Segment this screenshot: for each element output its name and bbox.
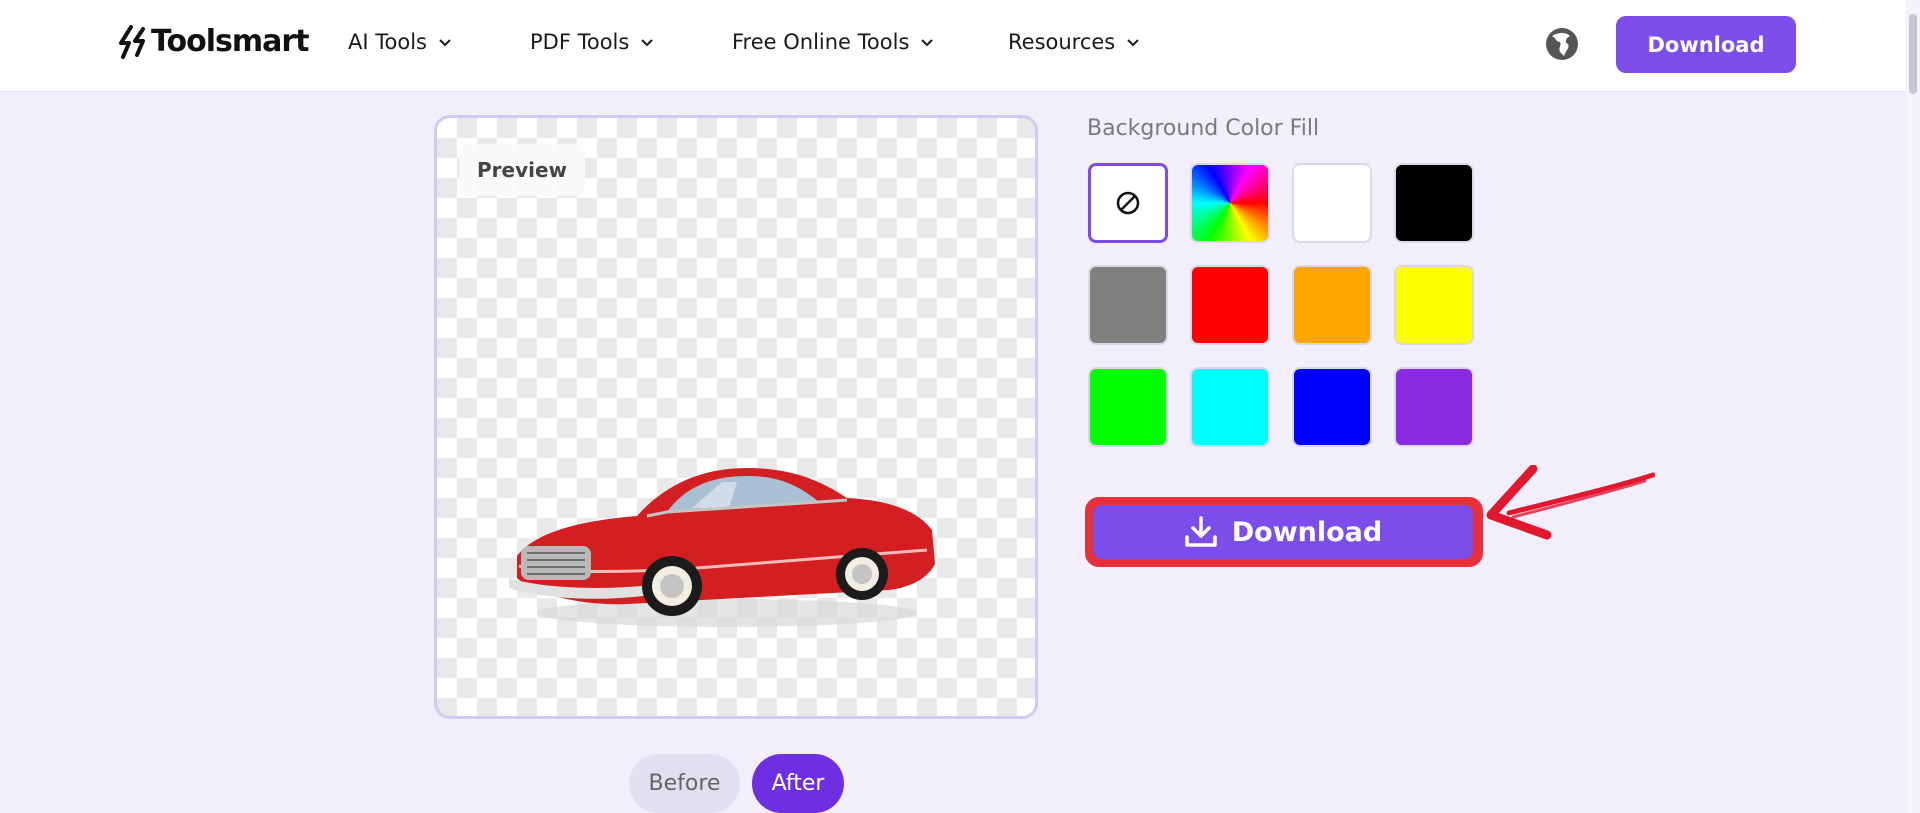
preview-canvas: Preview	[434, 115, 1038, 719]
scrollbar-thumb[interactable]	[1909, 14, 1917, 94]
download-label: Download	[1231, 516, 1383, 548]
swatch-cyan[interactable]	[1190, 367, 1270, 447]
chevron-down-icon	[1127, 39, 1139, 47]
before-toggle[interactable]: Before	[629, 754, 740, 813]
swatch-orange[interactable]	[1292, 265, 1372, 345]
logo-icon	[119, 24, 145, 59]
background-fill-title: Background Color Fill	[1087, 116, 1320, 141]
download-button[interactable]: Download	[1093, 505, 1473, 559]
download-icon	[1185, 516, 1217, 547]
nav-label: AI Tools	[348, 30, 427, 54]
swatch-white[interactable]	[1292, 163, 1372, 243]
after-toggle[interactable]: After	[752, 754, 844, 813]
header-download-button[interactable]: Download	[1616, 16, 1796, 73]
no-fill-icon	[1116, 191, 1140, 215]
scrollbar[interactable]	[1906, 0, 1920, 813]
swatch-red[interactable]	[1190, 265, 1270, 345]
nav-free-online-tools[interactable]: Free Online Tools	[732, 30, 935, 54]
header: Toolsmart AI Tools PDF Tools Free Online…	[0, 0, 1920, 92]
chevron-down-icon	[439, 39, 451, 47]
swatch-yellow[interactable]	[1394, 265, 1474, 345]
nav-ai-tools[interactable]: AI Tools	[348, 30, 453, 54]
swatch-none[interactable]	[1088, 163, 1168, 243]
chevron-down-icon	[641, 39, 654, 47]
swatch-blue[interactable]	[1292, 367, 1372, 447]
nav-label: PDF Tools	[530, 30, 630, 54]
nav-resources[interactable]: Resources	[1008, 30, 1141, 54]
swatch-green[interactable]	[1088, 367, 1168, 447]
car-image	[509, 468, 935, 627]
swatch-black[interactable]	[1394, 163, 1474, 243]
swatch-gray[interactable]	[1088, 265, 1168, 345]
preview-badge: Preview	[459, 144, 586, 196]
chevron-down-icon	[921, 39, 934, 47]
swatch-purple[interactable]	[1394, 367, 1474, 447]
nav-label: Free Online Tools	[732, 30, 910, 54]
globe-icon[interactable]	[1544, 26, 1580, 62]
arrow-annotation-icon	[1486, 465, 1655, 540]
swatch-rainbow[interactable]	[1190, 163, 1270, 243]
logo-text: Toolsmart	[151, 24, 309, 59]
nav-pdf-tools[interactable]: PDF Tools	[530, 30, 655, 54]
logo[interactable]: Toolsmart	[117, 24, 309, 59]
nav-label: Resources	[1008, 30, 1116, 54]
